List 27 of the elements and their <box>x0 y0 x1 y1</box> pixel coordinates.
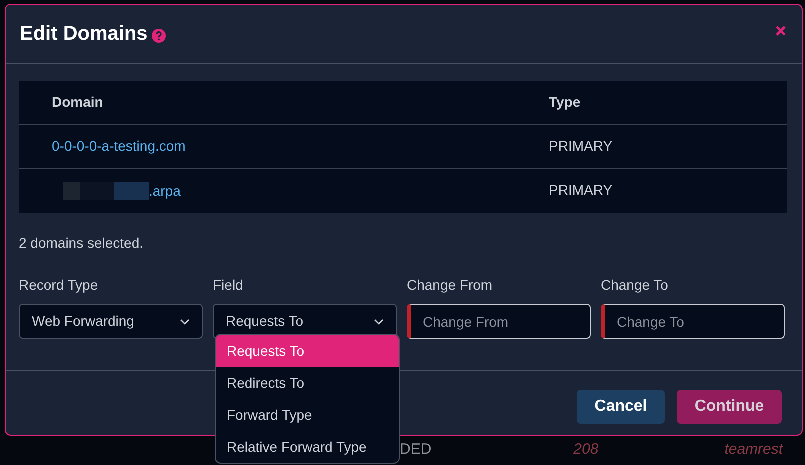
table-cell-text: DED <box>400 440 432 460</box>
continue-button[interactable]: Continue <box>677 390 782 424</box>
dropdown-option[interactable]: Requests To <box>216 335 399 367</box>
close-icon[interactable] <box>776 26 786 36</box>
dropdown-option[interactable]: Forward Type <box>216 399 399 431</box>
cancel-button[interactable]: Cancel <box>577 390 665 424</box>
help-icon[interactable] <box>152 28 166 42</box>
dialog-title: Edit Domains <box>20 22 148 47</box>
field-label: Field <box>213 276 244 295</box>
select-field[interactable]: Web Forwarding <box>19 304 203 339</box>
domain-link[interactable]: .arpa <box>149 180 181 202</box>
chevron-down-icon <box>180 318 190 324</box>
dropdown-option[interactable]: Relative Forward Type <box>216 431 399 463</box>
selection-summary: 2 domains selected. <box>19 234 144 253</box>
dropdown-option[interactable]: Redirects To <box>216 367 399 399</box>
column-header: Type <box>549 94 581 110</box>
field-label: Change From <box>407 276 493 295</box>
table-cell: PRIMARY <box>549 138 613 154</box>
table-cell-text: 208 <box>574 440 599 460</box>
text-field[interactable]: Change To <box>601 304 785 339</box>
text-field[interactable]: Change From <box>407 304 591 339</box>
domain-link[interactable]: 0-0-0-0-a-testing.com <box>52 136 186 157</box>
field-label: Record Type <box>19 276 98 295</box>
table-cell: PRIMARY <box>549 182 613 198</box>
table-cell-text: teamrest <box>724 440 784 460</box>
column-header: Domain <box>52 94 104 110</box>
field-label: Change To <box>601 276 668 295</box>
